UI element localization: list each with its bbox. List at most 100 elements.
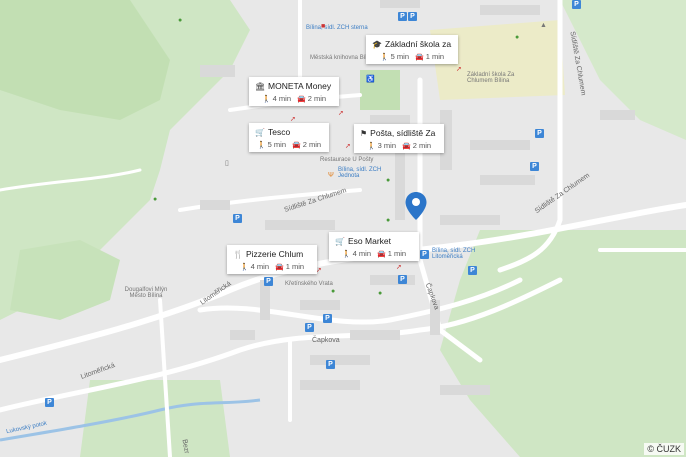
tree-icon: ● — [178, 17, 183, 24]
tree-icon: ● — [153, 196, 158, 203]
walk-time: 5 min — [390, 52, 409, 61]
park-area — [10, 240, 120, 320]
parking-icon[interactable]: P — [398, 275, 407, 284]
map-copyright: © ČUZK — [644, 443, 684, 455]
walk-time: 5 min — [267, 140, 286, 149]
drive-time: 1 min — [285, 262, 305, 271]
walk-time: 4 min — [352, 249, 371, 258]
parking-icon[interactable]: P — [323, 314, 332, 323]
building — [470, 140, 530, 150]
building — [440, 385, 490, 395]
restaurant-icon: Ψ — [328, 172, 334, 179]
parking-icon[interactable]: P — [45, 398, 54, 407]
shopping-cart-icon: 🛒 — [255, 127, 265, 137]
restaurant-icon: 🍴 — [233, 249, 243, 259]
building — [230, 330, 255, 340]
bus-stop-icon: ➚ — [456, 66, 462, 73]
label-restaurace: Restaurace U Pošty — [320, 157, 374, 163]
walk-icon: 🚶 — [379, 53, 389, 61]
drive-time: 2 min — [302, 140, 322, 149]
poi-card-moneta[interactable]: 🏛MONETA Money ... 🚶4 min 🚘2 min — [249, 77, 339, 106]
poi-card-title: Základní škola za... — [384, 39, 452, 49]
label-skola: Základní škola Za Chlumem Bílina — [467, 72, 515, 84]
car-icon: 🚘 — [402, 142, 411, 150]
building — [480, 175, 535, 185]
walk-icon: 🚶 — [341, 250, 351, 258]
walk-icon: 🚶 — [261, 95, 271, 103]
poi-card-posta[interactable]: ⚑ Pošta, sídliště Za ... 🚶 3 min 🚘 2 min — [354, 124, 444, 153]
drive-time: 2 min — [412, 141, 432, 150]
building — [200, 200, 230, 210]
building — [370, 275, 415, 285]
car-icon: 🚘 — [415, 53, 424, 61]
building — [300, 380, 360, 390]
tree-icon: ● — [378, 290, 383, 297]
car-icon: 🚘 — [275, 263, 284, 271]
parking-icon[interactable]: P — [572, 0, 581, 9]
walk-icon: 🚶 — [256, 141, 266, 149]
building — [480, 5, 540, 15]
drive-time: 1 min — [425, 52, 445, 61]
building-icon: ▲ — [540, 22, 547, 29]
building — [350, 330, 400, 340]
building — [440, 215, 500, 225]
parking-icon[interactable]: P — [468, 266, 477, 275]
parking-icon[interactable]: P — [420, 250, 429, 259]
building — [310, 355, 370, 365]
building — [265, 220, 335, 230]
building — [260, 280, 270, 320]
location-pin-icon[interactable] — [404, 191, 428, 221]
bus-stop-icon: ■ — [321, 23, 326, 30]
map-base — [0, 0, 686, 457]
poi-card-pizzerie[interactable]: 🍴 Pizzerie Chlum 🚶 4 min 🚘 1 min — [227, 245, 317, 274]
label-kretinsky: Křetínského Vrata — [285, 281, 333, 287]
drive-time: 1 min — [387, 249, 407, 258]
label-knihovna: Městská knihovna Bílina — [310, 55, 375, 61]
tree-icon: ● — [386, 177, 391, 184]
car-icon: 🚘 — [292, 141, 301, 149]
poi-card-zakladni-skola[interactable]: 🎓 Základní škola za... 🚶 5 min 🚘 1 min — [366, 35, 458, 64]
parking-icon[interactable]: P — [535, 129, 544, 138]
post-office-icon: ⚑ — [360, 128, 368, 138]
building — [200, 65, 235, 77]
walk-time: 3 min — [377, 141, 396, 150]
label-bilina-litomericka: Bílina, sídl. ZCH Litoměřická — [432, 248, 476, 260]
map[interactable]: Bílina, sídl. ZCH sterna Městská knihovn… — [0, 0, 686, 457]
building — [600, 110, 635, 120]
parking-icon[interactable]: P — [398, 12, 407, 21]
parking-icon[interactable]: P — [408, 12, 417, 21]
building — [380, 0, 420, 8]
walk-time: 4 min — [272, 94, 291, 103]
bus-stop-icon: ➚ — [345, 143, 351, 150]
walk-time: 4 min — [250, 262, 269, 271]
parking-icon[interactable]: P — [530, 162, 539, 171]
label-street: Čapkova — [312, 337, 340, 344]
label-bilina-jednota: Bílina, sídl. ZCH Jednota — [338, 167, 382, 179]
park-area — [440, 230, 686, 457]
poi-card-tesco[interactable]: 🛒 Tesco 🚶 5 min 🚘 2 min — [249, 123, 329, 152]
bus-stop-icon: ➚ — [338, 110, 344, 117]
walk-icon: 🚶 — [239, 263, 249, 271]
poi-card-title: Eso Market — [348, 236, 391, 246]
label-dougalfovi: Dougalfovi Mlýn Město Bílina — [124, 287, 168, 299]
parking-icon[interactable]: P — [264, 277, 273, 286]
parking-icon[interactable]: P — [233, 214, 242, 223]
car-icon: 🚘 — [377, 250, 386, 258]
bar-icon: ▯ — [225, 160, 229, 167]
building — [300, 300, 340, 310]
parking-icon[interactable]: P — [326, 360, 335, 369]
poi-card-title: Pizzerie Chlum — [246, 249, 304, 259]
tree-icon: ● — [515, 34, 520, 41]
poi-card-title: MONETA Money ... — [268, 81, 333, 91]
label-bilina-zch-sterna: Bílina, sídl. ZCH sterna — [306, 25, 368, 31]
shopping-cart-icon: 🛒 — [335, 236, 345, 246]
poi-card-title: Tesco — [268, 127, 291, 137]
tree-icon: ● — [331, 288, 336, 295]
drive-time: 2 min — [307, 94, 327, 103]
parking-icon[interactable]: P — [305, 323, 314, 332]
poi-card-eso-market[interactable]: 🛒 Eso Market 🚶 4 min 🚘 1 min — [329, 232, 419, 261]
accessibility-icon: ♿ — [366, 76, 375, 83]
poi-card-title: Pošta, sídliště Za ... — [370, 128, 438, 138]
park-area — [80, 380, 230, 457]
car-icon: 🚘 — [297, 95, 306, 103]
